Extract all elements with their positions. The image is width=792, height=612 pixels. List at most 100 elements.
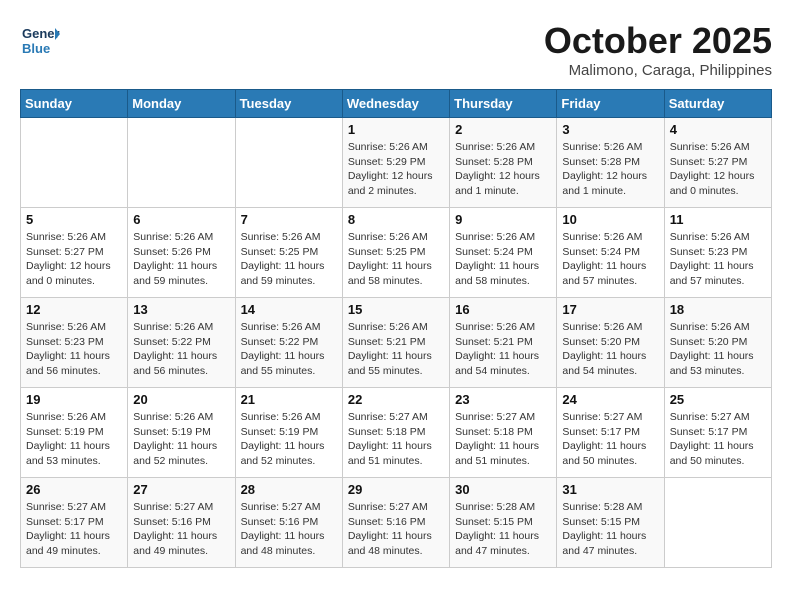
logo: General Blue — [20, 20, 60, 60]
month-title: October 2025 — [544, 20, 772, 62]
day-info: Sunrise: 5:28 AM Sunset: 5:15 PM Dayligh… — [455, 500, 551, 559]
day-number: 3 — [562, 122, 658, 137]
day-info: Sunrise: 5:27 AM Sunset: 5:18 PM Dayligh… — [455, 410, 551, 469]
day-number: 21 — [241, 392, 337, 407]
day-number: 12 — [26, 302, 122, 317]
day-info: Sunrise: 5:26 AM Sunset: 5:19 PM Dayligh… — [241, 410, 337, 469]
day-number: 8 — [348, 212, 444, 227]
calendar-day-cell: 24 Sunrise: 5:27 AM Sunset: 5:17 PM Dayli… — [557, 388, 664, 478]
calendar-day-cell: 28Sunrise: 5:27 AM Sunset: 5:16 PM Dayli… — [235, 478, 342, 568]
calendar-day-header: Wednesday — [342, 90, 449, 118]
calendar-day-cell: 20 Sunrise: 5:26 AM Sunset: 5:19 PM Dayli… — [128, 388, 235, 478]
calendar-day-cell: 19 Sunrise: 5:26 AM Sunset: 5:19 PM Dayli… — [21, 388, 128, 478]
day-number: 9 — [455, 212, 551, 227]
calendar-day-header: Monday — [128, 90, 235, 118]
calendar-day-cell: 18Sunrise: 5:26 AM Sunset: 5:20 PM Dayli… — [664, 298, 771, 388]
calendar-day-header: Tuesday — [235, 90, 342, 118]
calendar-day-cell: 17Sunrise: 5:26 AM Sunset: 5:20 PM Dayli… — [557, 298, 664, 388]
calendar-week-row: 26Sunrise: 5:27 AM Sunset: 5:17 PM Dayli… — [21, 478, 772, 568]
calendar-day-cell: 16 Sunrise: 5:26 AM Sunset: 5:21 PM Dayli… — [450, 298, 557, 388]
calendar-day-cell: 3 Sunrise: 5:26 AM Sunset: 5:28 PM Daylig… — [557, 118, 664, 208]
day-info: Sunrise: 5:27 AM Sunset: 5:18 PM Dayligh… — [348, 410, 444, 469]
day-info: Sunrise: 5:27 AM Sunset: 5:16 PM Dayligh… — [348, 500, 444, 559]
calendar-day-cell: 31 Sunrise: 5:28 AM Sunset: 5:15 PM Dayli… — [557, 478, 664, 568]
calendar-day-cell: 4Sunrise: 5:26 AM Sunset: 5:27 PM Daylig… — [664, 118, 771, 208]
calendar-day-cell: 23 Sunrise: 5:27 AM Sunset: 5:18 PM Dayli… — [450, 388, 557, 478]
day-info: Sunrise: 5:26 AM Sunset: 5:25 PM Dayligh… — [241, 230, 337, 289]
day-number: 23 — [455, 392, 551, 407]
day-info: Sunrise: 5:26 AM Sunset: 5:21 PM Dayligh… — [455, 320, 551, 379]
calendar-day-cell: 12 Sunrise: 5:26 AM Sunset: 5:23 PM Dayli… — [21, 298, 128, 388]
day-info: Sunrise: 5:26 AM Sunset: 5:24 PM Dayligh… — [562, 230, 658, 289]
svg-text:General: General — [22, 26, 60, 41]
day-number: 10 — [562, 212, 658, 227]
day-number: 30 — [455, 482, 551, 497]
day-info: Sunrise: 5:26 AM Sunset: 5:26 PM Dayligh… — [133, 230, 229, 289]
calendar-day-cell: 22 Sunrise: 5:27 AM Sunset: 5:18 PM Dayli… — [342, 388, 449, 478]
day-info: Sunrise: 5:26 AM Sunset: 5:28 PM Dayligh… — [455, 140, 551, 199]
day-info: Sunrise: 5:26 AM Sunset: 5:22 PM Dayligh… — [133, 320, 229, 379]
day-number: 1 — [348, 122, 444, 137]
day-info: Sunrise: 5:26 AM Sunset: 5:24 PM Dayligh… — [455, 230, 551, 289]
day-number: 19 — [26, 392, 122, 407]
day-number: 20 — [133, 392, 229, 407]
calendar-day-header: Friday — [557, 90, 664, 118]
day-number: 24 — [562, 392, 658, 407]
calendar-day-header: Sunday — [21, 90, 128, 118]
day-number: 7 — [241, 212, 337, 227]
day-number: 25 — [670, 392, 766, 407]
calendar-day-cell: 7 Sunrise: 5:26 AM Sunset: 5:25 PM Daylig… — [235, 208, 342, 298]
day-info: Sunrise: 5:26 AM Sunset: 5:25 PM Dayligh… — [348, 230, 444, 289]
day-info: Sunrise: 5:27 AM Sunset: 5:17 PM Dayligh… — [670, 410, 766, 469]
day-info: Sunrise: 5:28 AM Sunset: 5:15 PM Dayligh… — [562, 500, 658, 559]
calendar-week-row: 1 Sunrise: 5:26 AM Sunset: 5:29 PM Daylig… — [21, 118, 772, 208]
day-number: 31 — [562, 482, 658, 497]
calendar-header: SundayMondayTuesdayWednesdayThursdayFrid… — [21, 90, 772, 118]
day-number: 22 — [348, 392, 444, 407]
logo-icon: General Blue — [20, 20, 60, 60]
calendar-day-cell: 5 Sunrise: 5:26 AM Sunset: 5:27 PM Daylig… — [21, 208, 128, 298]
day-info: Sunrise: 5:26 AM Sunset: 5:27 PM Dayligh… — [26, 230, 122, 289]
day-info: Sunrise: 5:26 AM Sunset: 5:22 PM Dayligh… — [241, 320, 337, 379]
title-block: October 2025 Malimono, Caraga, Philippin… — [544, 20, 772, 79]
calendar-day-cell: 26Sunrise: 5:27 AM Sunset: 5:17 PM Dayli… — [21, 478, 128, 568]
calendar-week-row: 19 Sunrise: 5:26 AM Sunset: 5:19 PM Dayli… — [21, 388, 772, 478]
day-info: Sunrise: 5:26 AM Sunset: 5:20 PM Dayligh… — [562, 320, 658, 379]
calendar-day-cell — [235, 118, 342, 208]
calendar-day-cell: 15Sunrise: 5:26 AM Sunset: 5:21 PM Dayli… — [342, 298, 449, 388]
calendar-day-cell — [664, 478, 771, 568]
day-info: Sunrise: 5:26 AM Sunset: 5:23 PM Dayligh… — [26, 320, 122, 379]
day-info: Sunrise: 5:26 AM Sunset: 5:19 PM Dayligh… — [26, 410, 122, 469]
calendar-day-cell: 21 Sunrise: 5:26 AM Sunset: 5:19 PM Dayli… — [235, 388, 342, 478]
calendar-day-cell: 14 Sunrise: 5:26 AM Sunset: 5:22 PM Dayli… — [235, 298, 342, 388]
day-info: Sunrise: 5:27 AM Sunset: 5:16 PM Dayligh… — [133, 500, 229, 559]
day-number: 16 — [455, 302, 551, 317]
calendar-day-cell: 25 Sunrise: 5:27 AM Sunset: 5:17 PM Dayli… — [664, 388, 771, 478]
calendar-day-cell: 30 Sunrise: 5:28 AM Sunset: 5:15 PM Dayli… — [450, 478, 557, 568]
svg-text:Blue: Blue — [22, 41, 50, 56]
day-number: 6 — [133, 212, 229, 227]
calendar-day-cell: 1 Sunrise: 5:26 AM Sunset: 5:29 PM Daylig… — [342, 118, 449, 208]
day-info: Sunrise: 5:26 AM Sunset: 5:29 PM Dayligh… — [348, 140, 444, 199]
day-number: 28 — [241, 482, 337, 497]
calendar-day-cell: 8 Sunrise: 5:26 AM Sunset: 5:25 PM Daylig… — [342, 208, 449, 298]
calendar-day-cell: 27Sunrise: 5:27 AM Sunset: 5:16 PM Dayli… — [128, 478, 235, 568]
day-number: 2 — [455, 122, 551, 137]
day-number: 11 — [670, 212, 766, 227]
day-info: Sunrise: 5:26 AM Sunset: 5:23 PM Dayligh… — [670, 230, 766, 289]
calendar-day-cell: 9 Sunrise: 5:26 AM Sunset: 5:24 PM Daylig… — [450, 208, 557, 298]
day-info: Sunrise: 5:26 AM Sunset: 5:28 PM Dayligh… — [562, 140, 658, 199]
day-info: Sunrise: 5:27 AM Sunset: 5:17 PM Dayligh… — [562, 410, 658, 469]
day-number: 18 — [670, 302, 766, 317]
day-info: Sunrise: 5:26 AM Sunset: 5:19 PM Dayligh… — [133, 410, 229, 469]
day-number: 5 — [26, 212, 122, 227]
calendar-day-cell: 6 Sunrise: 5:26 AM Sunset: 5:26 PM Daylig… — [128, 208, 235, 298]
calendar-day-cell: 2 Sunrise: 5:26 AM Sunset: 5:28 PM Daylig… — [450, 118, 557, 208]
day-number: 4 — [670, 122, 766, 137]
calendar-day-header: Thursday — [450, 90, 557, 118]
calendar-week-row: 5 Sunrise: 5:26 AM Sunset: 5:27 PM Daylig… — [21, 208, 772, 298]
calendar-day-cell: 29Sunrise: 5:27 AM Sunset: 5:16 PM Dayli… — [342, 478, 449, 568]
page-header: General Blue October 2025 Malimono, Cara… — [20, 20, 772, 79]
calendar-table: SundayMondayTuesdayWednesdayThursdayFrid… — [20, 89, 772, 568]
day-number: 14 — [241, 302, 337, 317]
